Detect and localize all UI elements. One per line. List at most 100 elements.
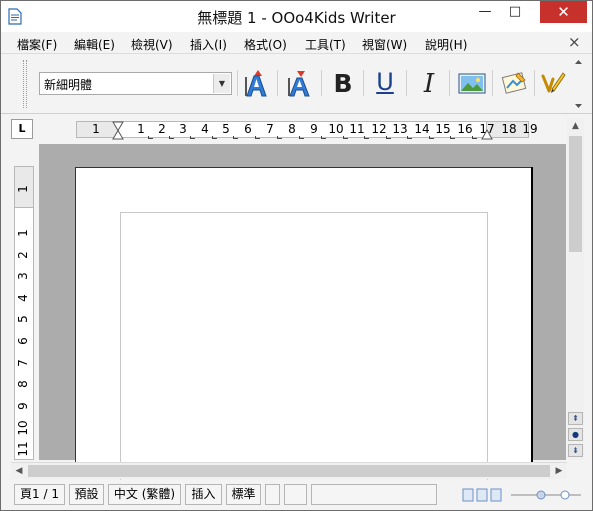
toolbar-separator bbox=[449, 70, 450, 96]
spell-check-button[interactable] bbox=[538, 67, 570, 99]
maximize-button[interactable]: □ bbox=[501, 1, 529, 23]
horizontal-scroll-thumb[interactable] bbox=[28, 465, 550, 477]
insert-drawing-button[interactable] bbox=[498, 67, 530, 99]
tab-stop-marker[interactable] bbox=[429, 136, 434, 139]
zoom-slider[interactable] bbox=[441, 485, 591, 505]
scroll-left-icon[interactable]: ◀ bbox=[11, 463, 27, 479]
tab-stop-marker[interactable] bbox=[343, 136, 348, 139]
horizontal-ruler[interactable]: 1 1 2 3 4 5 6 7 8 9 10 11 12 13 14 15 16… bbox=[39, 119, 566, 141]
tab-stop-marker[interactable] bbox=[255, 136, 260, 139]
formatting-toolbar: 新細明體 ▼ B U I bbox=[1, 54, 592, 114]
shrink-font-button[interactable] bbox=[284, 67, 316, 99]
tab-stop-marker[interactable] bbox=[148, 136, 153, 139]
ruler-label: 16 bbox=[457, 122, 473, 136]
scroll-up-icon[interactable]: ▲ bbox=[567, 118, 584, 134]
toolbar-grip[interactable] bbox=[23, 60, 27, 108]
menu-tools[interactable]: 工具(T) bbox=[305, 36, 346, 53]
tab-stop-marker[interactable] bbox=[364, 136, 369, 139]
grow-font-icon bbox=[245, 70, 267, 97]
ruler-label: 11 bbox=[16, 441, 30, 457]
ruler-label: 5 bbox=[16, 315, 30, 323]
tab-stop-marker[interactable] bbox=[190, 136, 195, 139]
selection-mode[interactable]: 標準 bbox=[226, 484, 261, 505]
tab-stop-marker[interactable] bbox=[386, 136, 391, 139]
ruler-label: 15 bbox=[435, 122, 451, 136]
vertical-scrollbar[interactable]: ▲ ⇞ ● ⇟ bbox=[567, 118, 584, 460]
tab-stop-marker[interactable] bbox=[212, 136, 217, 139]
bold-button[interactable]: B bbox=[327, 67, 359, 99]
ruler-label: 4 bbox=[201, 122, 209, 136]
insert-drawing-icon bbox=[501, 72, 527, 94]
insert-picture-button[interactable] bbox=[456, 67, 488, 99]
page-style[interactable]: 預設 bbox=[69, 484, 104, 505]
menu-bar: 檔案(F) 編輯(E) 檢視(V) 插入(I) 格式(O) 工具(T) 視窗(W… bbox=[1, 32, 592, 54]
ruler-label: 9 bbox=[310, 122, 318, 136]
italic-button[interactable]: I bbox=[413, 67, 445, 99]
document-page[interactable] bbox=[75, 167, 531, 482]
tab-stop-marker[interactable] bbox=[321, 136, 326, 139]
next-page-icon[interactable]: ⇟ bbox=[568, 444, 583, 457]
menu-window[interactable]: 視窗(W) bbox=[362, 36, 407, 53]
toolbar-separator bbox=[237, 70, 238, 96]
chevron-down-icon[interactable]: ▼ bbox=[213, 74, 230, 93]
tab-stop-marker[interactable] bbox=[169, 136, 174, 139]
object-info bbox=[311, 484, 437, 505]
shrink-font-icon bbox=[288, 71, 310, 97]
right-indent-icon[interactable] bbox=[481, 121, 493, 140]
digital-signature-indicator[interactable] bbox=[284, 484, 307, 505]
tab-stop-marker[interactable] bbox=[299, 136, 304, 139]
scroll-right-icon[interactable]: ▶ bbox=[551, 463, 567, 479]
title-bar[interactable]: 無標題 1 - OOo4Kids Writer — □ ✕ bbox=[1, 1, 592, 32]
tab-stop-marker[interactable] bbox=[233, 136, 238, 139]
ruler-label: 3 bbox=[16, 272, 30, 280]
ruler-label: 1 bbox=[92, 122, 100, 136]
vertical-scroll-thumb[interactable] bbox=[569, 136, 582, 252]
toolbar-separator bbox=[534, 70, 535, 96]
tab-stop-marker[interactable] bbox=[450, 136, 455, 139]
tab-stop-marker[interactable] bbox=[407, 136, 412, 139]
previous-page-icon[interactable]: ⇞ bbox=[568, 412, 583, 425]
ruler-label: 8 bbox=[288, 122, 296, 136]
tab-stop-marker[interactable] bbox=[277, 136, 282, 139]
horizontal-scrollbar[interactable]: ◀ ▶ bbox=[11, 462, 567, 479]
menu-help[interactable]: 說明(H) bbox=[425, 36, 467, 53]
menu-view[interactable]: 檢視(V) bbox=[131, 36, 173, 53]
ruler-label: 1 bbox=[16, 229, 30, 237]
insert-mode[interactable]: 插入 bbox=[185, 484, 222, 505]
toolbar-overflow-icon[interactable] bbox=[573, 58, 584, 110]
text-boundary bbox=[120, 212, 488, 482]
close-button[interactable]: ✕ bbox=[540, 1, 587, 23]
close-document-button[interactable]: × bbox=[568, 33, 581, 51]
ruler-label: 2 bbox=[16, 251, 30, 259]
font-name-select[interactable]: 新細明體 ▼ bbox=[39, 72, 232, 95]
ruler-label: 2 bbox=[158, 122, 166, 136]
tab-stop-marker[interactable] bbox=[472, 136, 477, 139]
minimize-button[interactable]: — bbox=[471, 1, 499, 23]
language-indicator[interactable]: 中文 (繁體) bbox=[108, 484, 181, 505]
document-area[interactable] bbox=[39, 144, 566, 482]
vertical-ruler[interactable]: 1 1 2 3 4 5 6 7 8 9 10 11 bbox=[11, 144, 38, 460]
navigator-icon[interactable]: ● bbox=[568, 428, 583, 441]
writer-window: 無標題 1 - OOo4Kids Writer — □ ✕ 檔案(F) 編輯(E… bbox=[0, 0, 593, 511]
first-indent-icon[interactable] bbox=[112, 121, 124, 140]
menu-insert[interactable]: 插入(I) bbox=[190, 36, 227, 53]
menu-format[interactable]: 格式(O) bbox=[244, 36, 287, 53]
menu-edit[interactable]: 編輯(E) bbox=[74, 36, 115, 53]
underline-button[interactable]: U bbox=[369, 67, 401, 99]
ruler-label: 14 bbox=[414, 122, 430, 136]
page-indicator[interactable]: 頁1 / 1 bbox=[14, 484, 65, 505]
ruler-label: 1 bbox=[16, 185, 30, 193]
ruler-label: 11 bbox=[349, 122, 365, 136]
ruler-label: 1 bbox=[137, 122, 145, 136]
tab-stop-selector[interactable]: L bbox=[11, 119, 33, 139]
toolbar-separator bbox=[277, 70, 278, 96]
font-name-value: 新細明體 bbox=[44, 78, 93, 92]
menu-file[interactable]: 檔案(F) bbox=[17, 36, 57, 53]
spell-check-icon bbox=[541, 72, 566, 93]
ruler-label: 9 bbox=[16, 402, 30, 410]
document-modified-indicator[interactable] bbox=[265, 484, 280, 505]
toolbar-separator bbox=[363, 70, 364, 96]
toolbar-separator bbox=[406, 70, 407, 96]
grow-font-button[interactable] bbox=[241, 67, 273, 99]
toolbar-separator bbox=[492, 70, 493, 96]
